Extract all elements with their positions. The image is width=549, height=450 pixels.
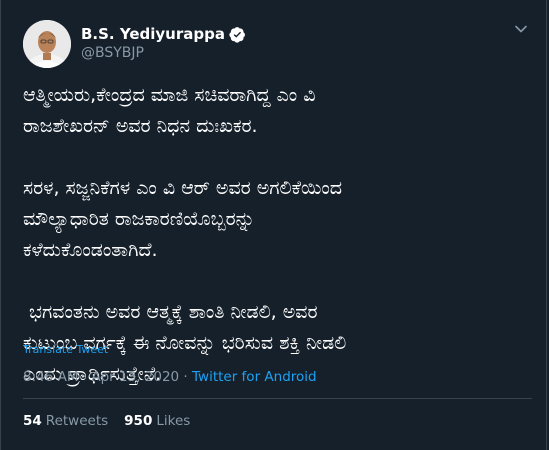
- tweet-source-link[interactable]: Twitter for Android: [192, 369, 317, 385]
- author-handle[interactable]: @BSYBJP: [81, 45, 144, 61]
- translate-tweet-link[interactable]: Translate Tweet: [23, 343, 108, 356]
- tweet-stats: 54 Retweets 950 Likes: [23, 413, 190, 429]
- retweets-label: Retweets: [45, 413, 109, 429]
- divider: [23, 398, 532, 399]
- retweets-count: 54: [23, 413, 42, 429]
- tweet-timestamp[interactable]: 8:46 AM · Apr 13, 2020 ·: [23, 369, 192, 385]
- tweet-card: B.S. Yediyurappa @BSYBJP ಆತ್ಮೀಯರು,ಕೇಂದ್ರ…: [0, 0, 547, 450]
- likes-stat[interactable]: 950 Likes: [124, 413, 190, 429]
- retweets-stat[interactable]: 54 Retweets: [23, 413, 108, 429]
- likes-count: 950: [124, 413, 153, 429]
- verified-badge-icon: [229, 26, 245, 43]
- author-row: B.S. Yediyurappa: [81, 25, 246, 43]
- avatar-image: [23, 20, 71, 68]
- tweet-meta: 8:46 AM · Apr 13, 2020 · Twitter for And…: [23, 369, 317, 385]
- avatar[interactable]: [23, 20, 71, 68]
- chevron-down-icon[interactable]: [514, 22, 528, 36]
- likes-label: Likes: [156, 413, 191, 429]
- author-name[interactable]: B.S. Yediyurappa: [81, 25, 225, 43]
